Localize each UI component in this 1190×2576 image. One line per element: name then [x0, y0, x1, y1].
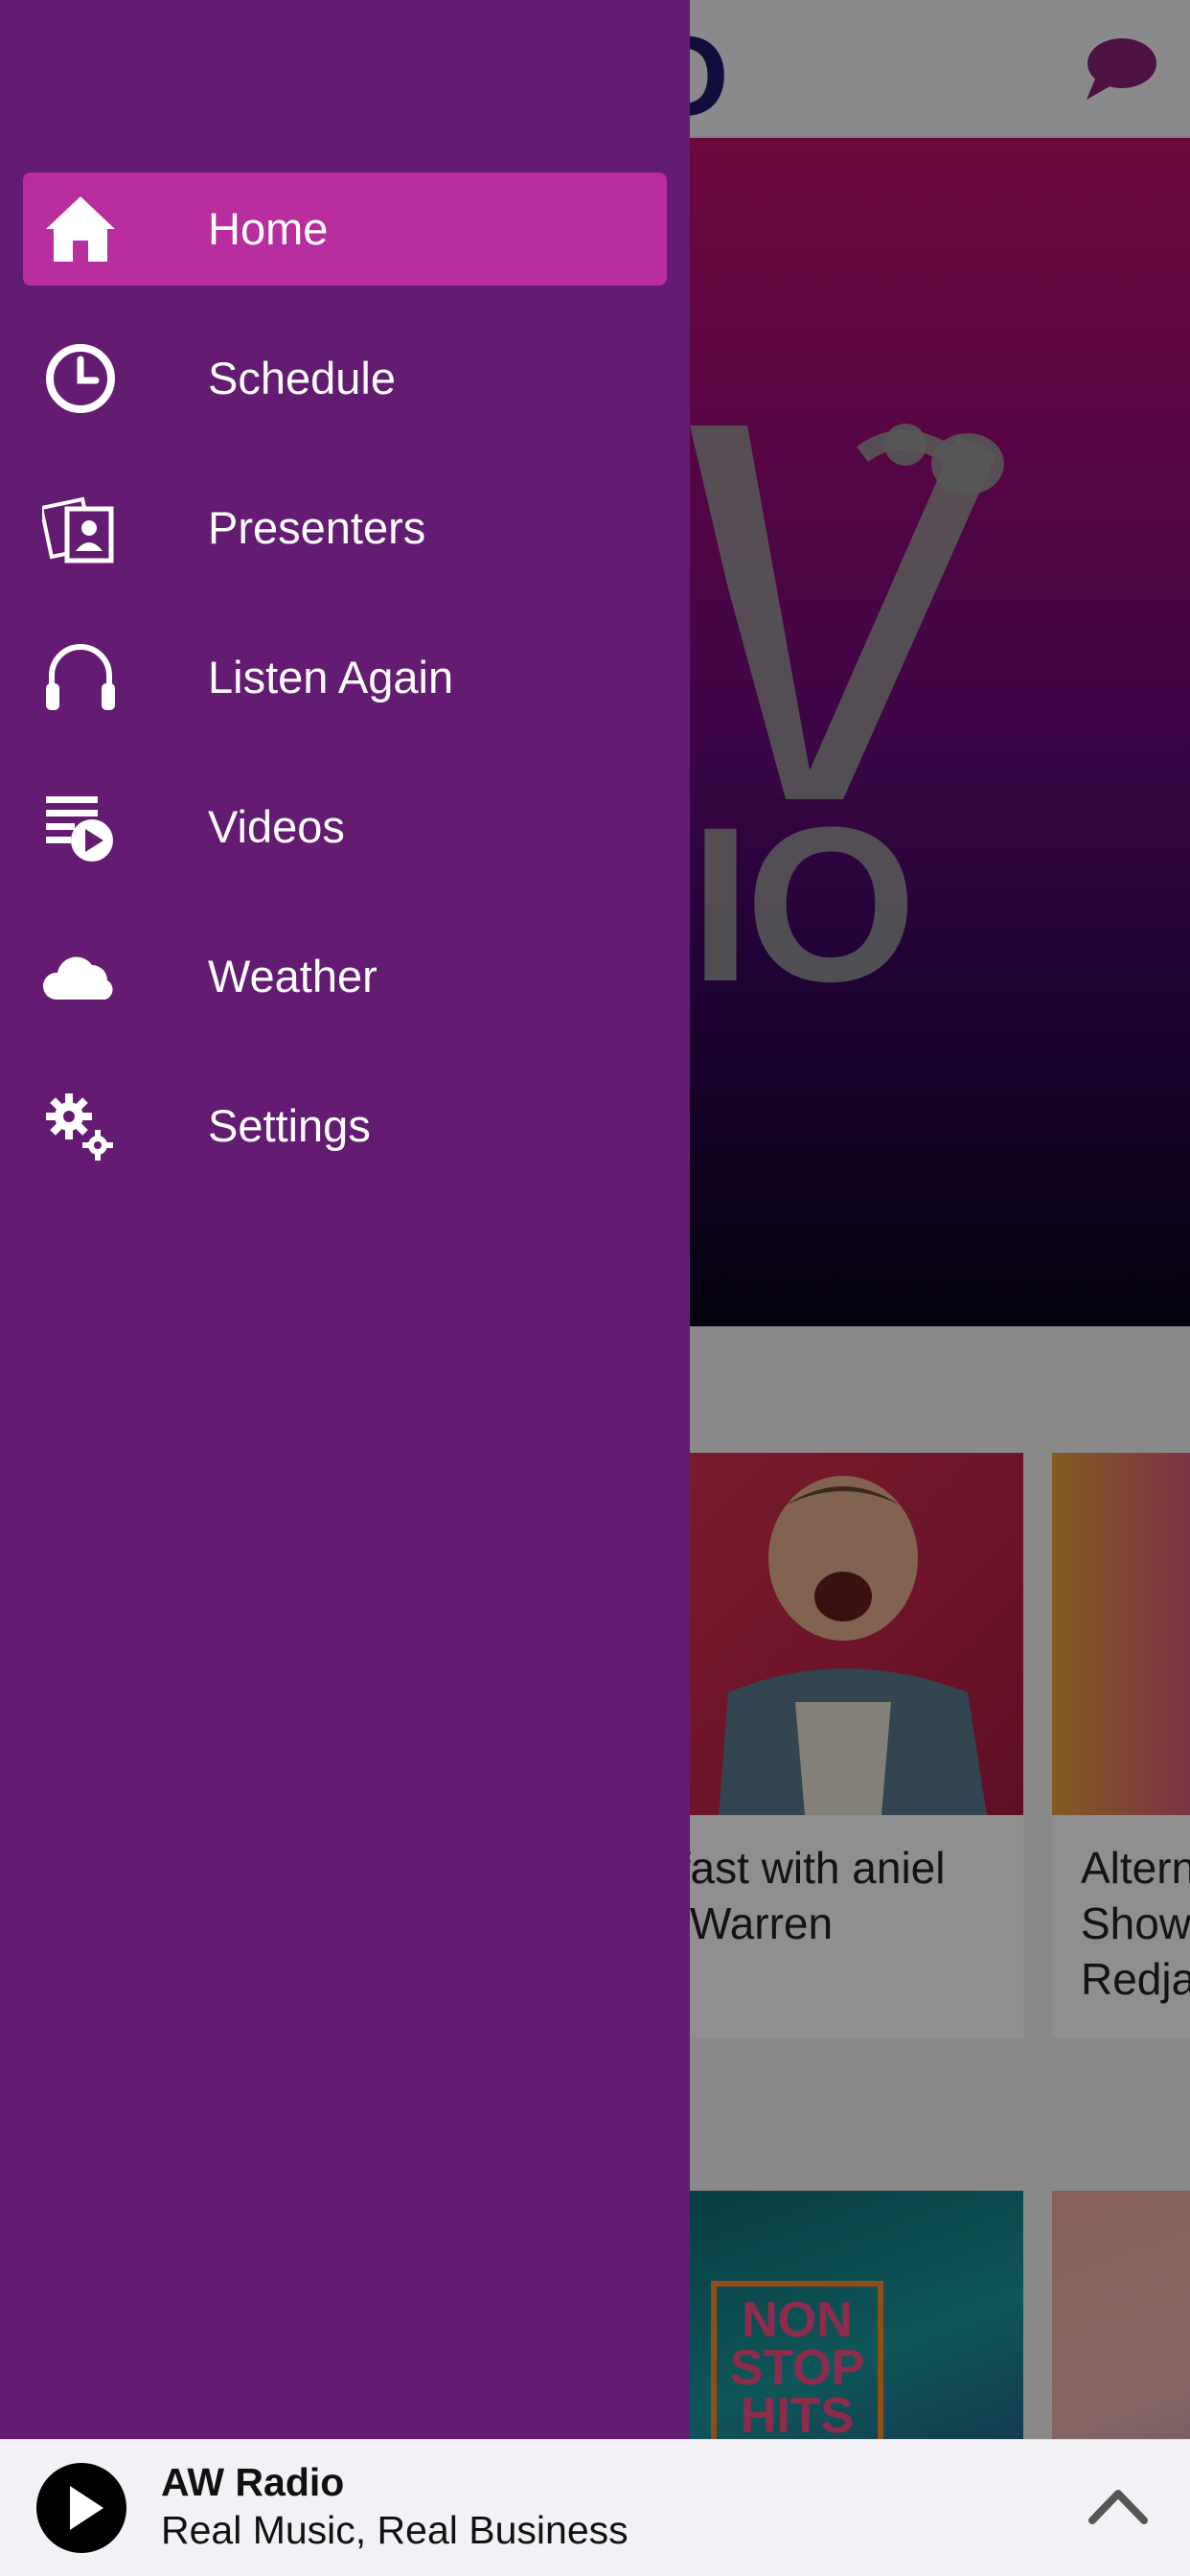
menu-item-weather[interactable]: Weather	[23, 920, 667, 1033]
menu-item-schedule[interactable]: Schedule	[23, 322, 667, 435]
menu-item-home[interactable]: Home	[23, 172, 667, 286]
menu-item-settings[interactable]: Settings	[23, 1070, 667, 1183]
chevron-up-icon[interactable]	[1087, 2482, 1150, 2530]
play-icon[interactable]	[34, 2461, 128, 2555]
station-name: AW Radio	[161, 2460, 345, 2504]
navigation-drawer: Home Schedule Presenters Listen Again Vi…	[0, 0, 690, 2439]
menu-item-listen-again[interactable]: Listen Again	[23, 621, 667, 734]
home-icon	[46, 196, 115, 262]
mini-player[interactable]: AW Radio Real Music, Real Business	[0, 2439, 1190, 2576]
presenters-icon	[42, 496, 114, 564]
clock-icon	[46, 344, 115, 413]
menu-item-label: Settings	[208, 1100, 371, 1151]
station-tagline: Real Music, Real Business	[161, 2508, 629, 2552]
gears-icon	[46, 1093, 113, 1161]
menu-item-label: Weather	[208, 951, 378, 1001]
menu-item-videos[interactable]: Videos	[23, 770, 667, 884]
cloud-icon	[42, 956, 113, 1000]
menu-item-label: Listen Again	[208, 652, 454, 702]
video-playlist-icon	[46, 796, 113, 862]
menu-item-label: Presenters	[208, 502, 426, 553]
menu-item-label: Home	[208, 203, 329, 254]
menu-item-label: Schedule	[208, 353, 396, 403]
menu-item-label: Videos	[208, 801, 345, 852]
menu-item-presenters[interactable]: Presenters	[23, 472, 667, 585]
headphones-icon	[46, 644, 115, 710]
